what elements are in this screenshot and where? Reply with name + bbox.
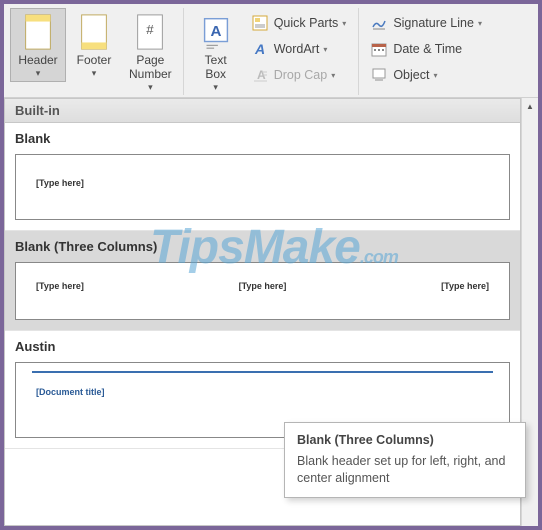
- signature-icon: [371, 15, 387, 31]
- page-number-label: Page Number: [129, 53, 172, 81]
- gallery-item-title: Blank: [15, 131, 510, 146]
- date-time-label: Date & Time: [393, 42, 462, 56]
- svg-text:A: A: [210, 23, 221, 40]
- header-button[interactable]: Header ▾: [10, 8, 66, 82]
- drop-cap-button[interactable]: A Drop Cap ▾: [248, 62, 351, 88]
- date-time-icon: [371, 41, 387, 57]
- chevron-down-icon: ▾: [433, 71, 437, 80]
- placeholder-text: [Type here]: [239, 281, 287, 291]
- ribbon-col-text: Quick Parts ▾ A WordArt ▾ A Drop Cap ▾: [244, 8, 355, 90]
- header-icon: [22, 13, 54, 51]
- gallery-item-title: Austin: [15, 339, 510, 354]
- page-number-button[interactable]: # Page Number ▾: [122, 8, 179, 96]
- chevron-down-icon: ▾: [148, 82, 153, 93]
- svg-text:#: #: [147, 22, 155, 37]
- chevron-down-icon: ▾: [213, 82, 218, 93]
- header-label: Header: [18, 53, 57, 67]
- placeholder-text: [Type here]: [36, 281, 84, 291]
- drop-cap-label: Drop Cap: [274, 68, 328, 82]
- signature-line-label: Signature Line: [393, 16, 474, 30]
- quick-parts-icon: [252, 15, 268, 31]
- object-button[interactable]: Object ▾: [367, 62, 486, 88]
- wordart-icon: A: [252, 41, 268, 57]
- chevron-down-icon: ▾: [331, 71, 335, 80]
- placeholder-text: [Type here]: [36, 178, 84, 188]
- placeholder-text: [Type here]: [441, 281, 489, 291]
- placeholder-text: [Document title]: [36, 387, 489, 397]
- chevron-down-icon: ▾: [342, 19, 346, 28]
- tooltip-title: Blank (Three Columns): [297, 433, 513, 447]
- gallery-item-blank-three-columns[interactable]: Blank (Three Columns) [Type here] [Type …: [5, 231, 520, 331]
- object-label: Object: [393, 68, 429, 82]
- gallery-item-preview: [Type here]: [15, 154, 510, 220]
- chevron-down-icon: ▾: [36, 68, 41, 79]
- tooltip: Blank (Three Columns) Blank header set u…: [284, 422, 526, 498]
- svg-text:A: A: [254, 41, 265, 57]
- chevron-down-icon: ▾: [478, 19, 482, 28]
- date-time-button[interactable]: Date & Time: [367, 36, 486, 62]
- footer-label: Footer: [77, 53, 112, 67]
- drop-cap-icon: A: [252, 67, 268, 83]
- quick-parts-button[interactable]: Quick Parts ▾: [248, 10, 351, 36]
- decorative-line: [32, 371, 493, 373]
- footer-icon: [78, 13, 110, 51]
- ribbon-group-header-footer: Header ▾ Footer ▾ # Page Number ▾: [6, 8, 184, 95]
- text-box-label: Text Box: [205, 53, 227, 81]
- ribbon-group-insert: Signature Line ▾ Date & Time Object ▾: [359, 8, 494, 95]
- ribbon-col-insert: Signature Line ▾ Date & Time Object ▾: [363, 8, 490, 90]
- chevron-down-icon: ▾: [323, 45, 327, 54]
- gallery-section-heading: Built-in: [5, 99, 520, 123]
- text-box-icon: A: [200, 13, 232, 51]
- gallery-item-title: Blank (Three Columns): [15, 239, 510, 254]
- page-number-icon: #: [134, 13, 166, 51]
- text-box-button[interactable]: A Text Box ▾: [188, 8, 244, 96]
- chevron-down-icon: ▾: [92, 68, 97, 79]
- signature-line-button[interactable]: Signature Line ▾: [367, 10, 486, 36]
- quick-parts-label: Quick Parts: [274, 16, 339, 30]
- gallery-item-preview: [Type here] [Type here] [Type here]: [15, 262, 510, 320]
- ribbon-group-text: A Text Box ▾ Quick Parts ▾ A WordArt ▾ A…: [184, 8, 360, 95]
- wordart-button[interactable]: A WordArt ▾: [248, 36, 351, 62]
- ribbon: Header ▾ Footer ▾ # Page Number ▾ A Text…: [4, 4, 538, 98]
- footer-button[interactable]: Footer ▾: [66, 8, 122, 82]
- object-icon: [371, 67, 387, 83]
- tooltip-body: Blank header set up for left, right, and…: [297, 453, 513, 487]
- wordart-label: WordArt: [274, 42, 320, 56]
- gallery-item-blank[interactable]: Blank [Type here]: [5, 123, 520, 231]
- scroll-up-arrow[interactable]: ▲: [523, 98, 538, 115]
